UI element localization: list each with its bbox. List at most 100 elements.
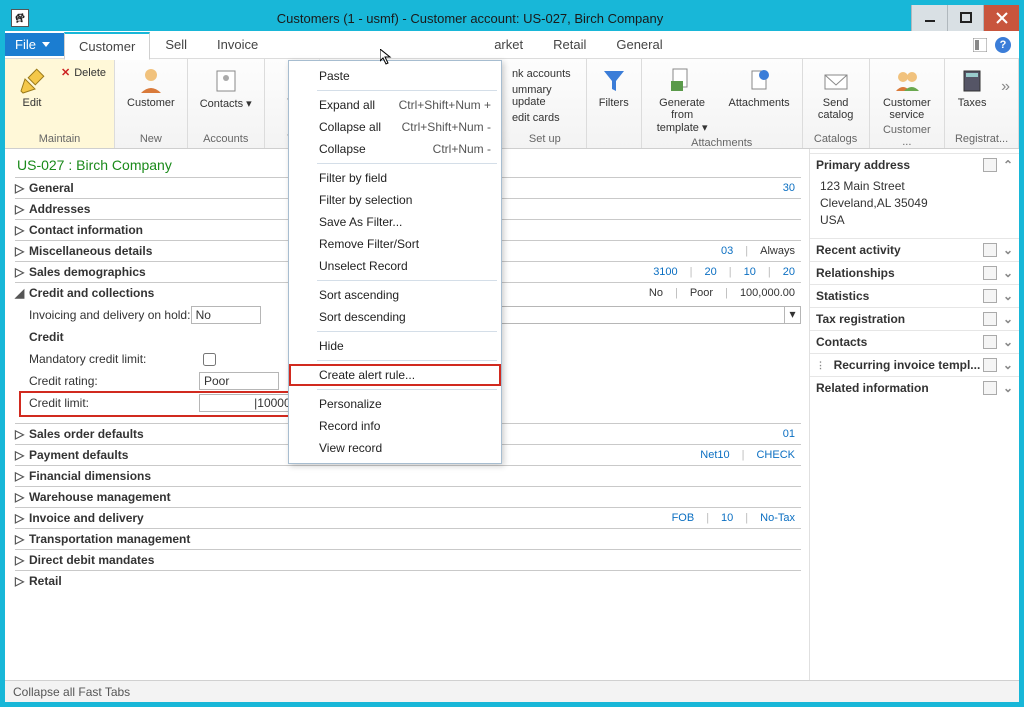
- group-setup: Set up: [512, 132, 578, 146]
- cursor-icon: [380, 49, 396, 65]
- info-icon[interactable]: [983, 289, 997, 303]
- tab-general[interactable]: General: [601, 31, 677, 58]
- tab-retail[interactable]: Retail: [538, 31, 601, 58]
- expand-down-icon[interactable]: ⌄: [1003, 289, 1013, 303]
- expand-down-icon[interactable]: ⌄: [1003, 266, 1013, 280]
- attachments-button[interactable]: Attachments: [724, 63, 793, 111]
- ctx-personalize[interactable]: Personalize: [289, 393, 501, 415]
- primary-address-value: 123 Main Street Cleveland,AL 35049 USA: [810, 176, 1019, 238]
- group-maintain: Maintain: [13, 132, 106, 146]
- info-icon[interactable]: [983, 381, 997, 395]
- ctx-expand-all[interactable]: Expand allCtrl+Shift+Num +: [289, 94, 501, 116]
- info-icon[interactable]: [983, 358, 997, 372]
- input-rating[interactable]: [199, 372, 279, 390]
- app-icon: ፼: [11, 9, 29, 27]
- info-icon[interactable]: [983, 158, 997, 172]
- tab-customer[interactable]: Customer: [64, 32, 150, 60]
- ft-fin[interactable]: ▷Financial dimensions: [15, 469, 801, 483]
- expand-down-icon[interactable]: ⌄: [1003, 243, 1013, 257]
- contacts-icon: [211, 65, 241, 95]
- edit-button[interactable]: Edit: [13, 63, 51, 111]
- help-icon[interactable]: ?: [995, 37, 1011, 53]
- status-bar: Collapse all Fast Tabs: [5, 680, 1019, 702]
- ctx-filter-field[interactable]: Filter by field: [289, 167, 501, 189]
- dropdown-icon[interactable]: ▾: [784, 307, 800, 323]
- info-icon[interactable]: [983, 312, 997, 326]
- tab-invoice[interactable]: Invoice: [202, 31, 273, 58]
- side-recent-activity[interactable]: Recent activity⌄: [810, 238, 1019, 261]
- calculator-icon: [957, 65, 987, 95]
- ctx-collapse[interactable]: CollapseCtrl+Num -: [289, 138, 501, 160]
- expand-down-icon[interactable]: ⌄: [1003, 358, 1013, 372]
- tab-market[interactable]: arket: [493, 31, 538, 58]
- catalog-icon: [821, 65, 851, 95]
- expand-down-icon[interactable]: ⌄: [1003, 335, 1013, 349]
- ft-trans[interactable]: ▷Transportation management: [15, 532, 801, 546]
- credit-cards-link[interactable]: edit cards: [512, 111, 578, 125]
- chevron-down-icon: [42, 42, 50, 47]
- contacts-button[interactable]: Contacts ▾: [196, 63, 256, 112]
- info-icon[interactable]: [983, 243, 997, 257]
- ctx-hide[interactable]: Hide: [289, 335, 501, 357]
- taxes-button[interactable]: Taxes: [953, 63, 991, 111]
- side-contacts[interactable]: Contacts⌄: [810, 330, 1019, 353]
- person-icon: [136, 65, 166, 95]
- view-layout-icon[interactable]: [973, 38, 987, 52]
- ctx-collapse-all[interactable]: Collapse allCtrl+Shift+Num -: [289, 116, 501, 138]
- close-button[interactable]: [983, 5, 1019, 31]
- group-registration: Registrat...: [953, 132, 1010, 146]
- tab-sell[interactable]: Sell: [150, 31, 202, 58]
- ft-invoice[interactable]: ▷Invoice and deliveryFOB|10|No-Tax: [15, 511, 801, 525]
- expand-down-icon[interactable]: ⌄: [1003, 312, 1013, 326]
- generate-template-button[interactable]: Generate from template ▾: [650, 63, 715, 136]
- title-bar: ፼ Customers (1 - usmf) - Customer accoun…: [5, 5, 1019, 31]
- side-statistics[interactable]: Statistics⌄: [810, 284, 1019, 307]
- delete-button[interactable]: ✕Delete: [61, 65, 106, 80]
- side-tax-registration[interactable]: Tax registration⌄: [810, 307, 1019, 330]
- info-icon[interactable]: [983, 335, 997, 349]
- funnel-icon: [599, 65, 629, 95]
- ctx-view-record[interactable]: View record: [289, 437, 501, 459]
- group-new: New: [123, 132, 179, 146]
- expand-down-icon[interactable]: ⌄: [1003, 381, 1013, 395]
- ctx-unselect[interactable]: Unselect Record: [289, 255, 501, 277]
- template-icon: [667, 65, 697, 95]
- lbl-mandatory: Mandatory credit limit:: [29, 352, 199, 366]
- ft-retail[interactable]: ▷Retail: [15, 574, 801, 588]
- ctx-save-as-filter[interactable]: Save As Filter...: [289, 211, 501, 233]
- ctx-sort-asc[interactable]: Sort ascending: [289, 284, 501, 306]
- ft-dd[interactable]: ▷Direct debit mandates: [15, 553, 801, 567]
- minimize-button[interactable]: [911, 5, 947, 31]
- collapse-up-icon[interactable]: ⌃: [1003, 158, 1013, 172]
- ribbon: Edit ✕Delete Maintain Customer New: [5, 59, 1019, 149]
- ctx-remove-filter[interactable]: Remove Filter/Sort: [289, 233, 501, 255]
- ctx-create-alert-rule[interactable]: Create alert rule...: [289, 364, 501, 386]
- ribbon-overflow-icon[interactable]: »: [1001, 78, 1010, 96]
- ctx-paste[interactable]: Paste: [289, 65, 501, 87]
- window-title: Customers (1 - usmf) - Customer account:…: [29, 11, 911, 26]
- side-primary-address[interactable]: Primary address⌃: [810, 153, 1019, 176]
- new-customer-button[interactable]: Customer: [123, 63, 179, 111]
- side-relationships[interactable]: Relationships⌄: [810, 261, 1019, 284]
- chk-mandatory[interactable]: [203, 353, 216, 366]
- customer-service-button[interactable]: Customer service: [878, 63, 937, 123]
- maximize-button[interactable]: [947, 5, 983, 31]
- info-icon[interactable]: [983, 266, 997, 280]
- menu-bar: File Customer Sell Invoice arket Retail …: [5, 31, 1019, 59]
- side-recurring-invoice[interactable]: ⋮ Recurring invoice templ...⌄: [810, 353, 1019, 376]
- group-attachments: Attachments: [650, 136, 794, 150]
- filters-button[interactable]: Filters: [595, 63, 633, 111]
- input-hold[interactable]: [191, 306, 261, 324]
- summary-update-link[interactable]: ummary update: [512, 83, 578, 109]
- lbl-credit-heading: Credit: [29, 330, 199, 344]
- ft-wh[interactable]: ▷Warehouse management: [15, 490, 801, 504]
- ctx-sort-desc[interactable]: Sort descending: [289, 306, 501, 328]
- side-related-info[interactable]: Related information⌄: [810, 376, 1019, 399]
- ctx-record-info[interactable]: Record info: [289, 415, 501, 437]
- bank-accounts-link[interactable]: nk accounts: [512, 67, 578, 81]
- file-menu[interactable]: File: [5, 33, 64, 56]
- group-accounts: Accounts: [196, 132, 256, 146]
- send-catalog-button[interactable]: Send catalog: [811, 63, 861, 123]
- ctx-filter-selection[interactable]: Filter by selection: [289, 189, 501, 211]
- factbox-pane: Primary address⌃ 123 Main Street Clevela…: [809, 149, 1019, 680]
